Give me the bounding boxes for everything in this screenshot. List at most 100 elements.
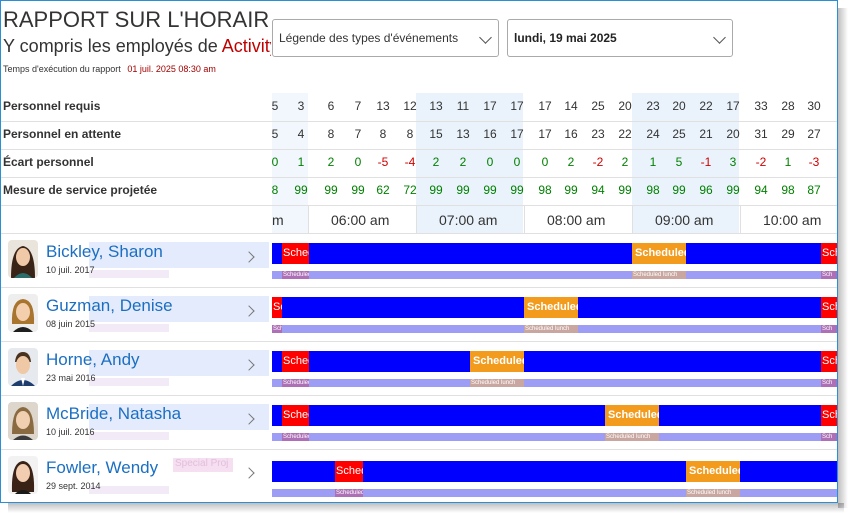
stat-value-cell: 13 [429,99,443,113]
shift-bar[interactable] [272,243,837,264]
employee-name[interactable]: Bickley, Sharon [46,242,163,262]
stat-value-cell: 72 [403,183,417,197]
stat-value-cell: 23 [646,99,660,113]
stat-value-cell: 8 [271,183,279,197]
stat-value-cell: -2 [592,155,604,169]
stat-value-cell: 2 [459,155,467,169]
date-dropdown[interactable]: lundi, 19 mai 2025 [507,19,733,57]
stat-value-cell: 99 [429,183,443,197]
employee-info[interactable]: Horne, Andy 23 mai 2016 [1,342,271,396]
scheduled-event[interactable]: Schec [272,297,282,318]
employee-info[interactable]: Guzman, Denise 08 juin 2015 [1,288,271,342]
stat-value-cell: 99 [324,183,338,197]
scheduled-event[interactable]: Sche [821,405,837,426]
employee-name[interactable]: Fowler, Wendy [46,458,158,478]
scheduled-lunch-event[interactable]: Scheduled l [605,405,659,426]
stat-value-cell: 96 [699,183,713,197]
sub-event: Sch [821,271,837,279]
employee-date: 08 juin 2015 [46,319,96,329]
stat-value-cell: 0 [354,155,362,169]
stat-value-cell: 98 [781,183,795,197]
employee-date: 10 juil. 2016 [46,427,95,437]
stat-value-cell: 17 [510,127,524,141]
employee-name[interactable]: Horne, Andy [46,350,140,370]
stat-value-cell: 13 [376,99,390,113]
stat-value-cell: 33 [754,99,768,113]
stat-value-cell: 24 [646,127,660,141]
scheduled-event[interactable]: Sched [282,405,309,426]
scheduled-event[interactable]: Sche [821,243,837,264]
stat-value-cell: 7 [354,127,362,141]
stat-value-cell: -2 [755,155,767,169]
stat-value-cell: 29 [781,127,795,141]
event-legend-dropdown[interactable]: Légende des types d'événements [272,19,499,57]
stat-label-service: Mesure de service projetée [3,183,158,197]
scheduled-lunch-event[interactable]: Scheduled l [524,297,578,318]
stat-value-cell: 20 [726,127,740,141]
chevron-down-icon [479,31,492,44]
stat-value-cell: 87 [807,183,821,197]
stat-value-cell: 22 [699,99,713,113]
stat-value-cell: 28 [781,99,795,113]
stat-value-cell: 94 [754,183,768,197]
stat-value-cell: 0 [271,155,279,169]
employee-row[interactable]: Sched Scheduled l Sche Scheduled Schedul… [1,341,837,396]
sub-lunch-event: Scheduled lunch [524,325,578,333]
stat-value-cell: -3 [808,155,820,169]
sub-event: Sch [272,325,282,333]
shift-bar[interactable] [272,351,837,372]
stat-value-cell: 20 [672,99,686,113]
row-divider [1,177,837,178]
stat-value-cell: 23 [591,127,605,141]
chevron-right-icon[interactable] [243,467,255,479]
scheduled-event[interactable]: Sched [282,351,309,372]
stat-value-cell: 99 [483,183,497,197]
employee-info[interactable]: McBride, Natasha 10 juil. 2016 [1,396,271,450]
ghost-overlay [89,432,169,440]
employee-info[interactable]: Special Proj Fowler, Wendy 29 sept. 2014 [1,450,271,502]
stat-value-cell: 99 [672,183,686,197]
stat-value-cell: 17 [726,99,740,113]
report-subtitle: Y compris les employés de Activity [3,36,271,57]
runtime-value: 01 juil. 2025 08:30 am [127,64,216,74]
ghost-overlay [89,324,169,332]
stat-value-cell: 5 [271,99,279,113]
ghost-overlay [89,486,169,494]
ghost-overlay [89,378,169,386]
subtitle-activity: Activity [221,36,271,56]
time-label-partial: m [272,212,284,228]
time-label: 09:00 am [655,212,714,228]
employee-row[interactable]: Sched Scheduled l Sche Scheduled Schedul… [1,395,837,450]
time-tick [416,206,417,233]
stat-value-cell: 98 [646,183,660,197]
scheduled-event[interactable]: Sche [821,297,837,318]
report-title: RAPPORT SUR L'HORAIRE DE [3,7,271,32]
scheduled-lunch-event[interactable]: Scheduled l [632,243,686,264]
stat-value-cell: 21 [699,127,713,141]
stat-value-cell: 17 [538,127,552,141]
stat-value-cell: 0 [486,155,494,169]
stat-value-cell: 0 [513,155,521,169]
scheduled-lunch-event[interactable]: Scheduled l [470,351,524,372]
scheduled-event[interactable]: Sche [821,351,837,372]
shift-bar[interactable] [272,405,837,426]
report-runtime: Temps d'exécution du rapport 01 juil. 20… [3,64,216,74]
employee-name[interactable]: McBride, Natasha [46,404,181,424]
employee-name[interactable]: Guzman, Denise [46,296,173,316]
employee-date: 23 mai 2016 [46,373,96,383]
stat-value-cell: 20 [618,99,632,113]
avatar [8,294,38,332]
stat-value-cell: 1 [649,155,657,169]
employee-row[interactable]: Sched Scheduled l Sche Scheduled Schedul… [1,233,837,288]
scheduled-event[interactable]: Sched [282,243,309,264]
row-divider [1,205,837,206]
scheduled-event[interactable]: Sched [335,461,363,482]
sub-event: Scheduled [282,379,309,387]
scheduled-lunch-event[interactable]: Scheduled l [686,461,740,482]
employee-row[interactable]: Schec Scheduled l Sche Sch Scheduled lun… [1,287,837,342]
stat-value-cell: 17 [538,99,552,113]
window-shadow [8,503,844,513]
stat-value-cell: 99 [510,183,524,197]
employee-info[interactable]: Bickley, Sharon 10 juil. 2017 [1,234,271,288]
employee-row[interactable]: Sched Scheduled l Scheduled Scheduled lu… [1,449,837,502]
